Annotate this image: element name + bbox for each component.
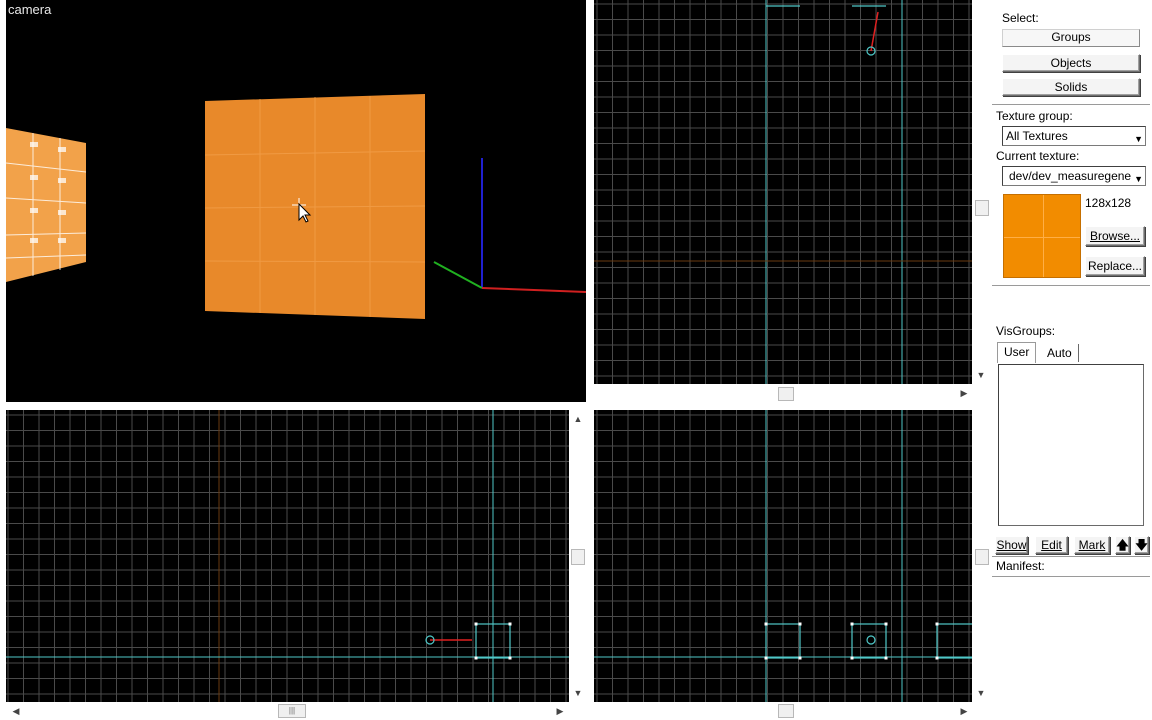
texture-group-label: Texture group: — [996, 109, 1073, 123]
select-groups-button[interactable]: Groups — [1002, 29, 1140, 47]
divider — [992, 285, 1150, 286]
selection-handle — [935, 622, 939, 626]
vertical-scrollbar-side-view[interactable]: ▲ ▼ — [569, 410, 586, 702]
replace-button[interactable]: Replace... — [1085, 256, 1145, 276]
grid-top-view — [594, 0, 972, 384]
selection-handle — [508, 622, 512, 626]
tab-user[interactable]: User — [997, 342, 1037, 363]
scroll-down-icon[interactable]: ▼ — [572, 688, 584, 698]
chevron-down-icon[interactable]: ▼ — [1134, 170, 1143, 185]
tab-auto[interactable]: Auto — [1041, 344, 1079, 362]
current-texture-value: dev/dev_measuregene — [1009, 169, 1132, 183]
selected-brush-outline — [851, 623, 887, 659]
texture-group-value: All Textures — [1006, 129, 1068, 143]
grid-side-view — [6, 410, 569, 702]
edit-button-label: Edit — [1041, 538, 1062, 552]
selected-brush-outline — [936, 623, 972, 659]
current-texture-label: Current texture: — [996, 149, 1080, 163]
entity-direction-line — [870, 11, 879, 52]
mark-button[interactable]: Mark — [1074, 536, 1110, 554]
horizontal-scrollbar-front-view[interactable]: ▶ — [594, 702, 972, 720]
vertical-scrollbar-front-view[interactable]: ▼ — [972, 410, 990, 702]
selection-handle — [474, 622, 478, 626]
selection-handle — [884, 622, 888, 626]
side-view-viewport[interactable] — [6, 410, 569, 702]
horizontal-scrollbar-side-view[interactable]: ◀ ||| ▶ — [6, 702, 569, 720]
move-down-button[interactable]: 🡇 — [1134, 536, 1149, 554]
replace-button-label: Replace... — [1087, 259, 1143, 273]
scroll-right-icon[interactable]: ▶ — [554, 706, 566, 716]
front-view-viewport[interactable] — [594, 410, 972, 702]
move-up-button[interactable]: 🡅 — [1115, 536, 1130, 554]
scroll-up-icon[interactable]: ▲ — [572, 414, 584, 424]
scroll-down-icon[interactable]: ▼ — [975, 688, 987, 698]
scroll-right-icon[interactable]: ▶ — [958, 388, 970, 398]
selection-handle — [764, 656, 768, 660]
entity-origin-marker — [866, 635, 876, 645]
scroll-left-icon[interactable]: ◀ — [10, 706, 22, 716]
scroll-down-icon[interactable]: ▼ — [975, 370, 987, 380]
camera-scene — [6, 94, 586, 319]
vertical-scrollbar-top-view[interactable]: ▼ — [972, 0, 990, 384]
show-button[interactable]: Show — [995, 536, 1028, 554]
selection-handle — [474, 656, 478, 660]
select-objects-button[interactable]: Objects — [1002, 54, 1140, 72]
manifest-label: Manifest: — [996, 559, 1045, 573]
arrow-down-icon: 🡇 — [1135, 538, 1148, 552]
texture-group-select[interactable]: All Textures ▼ — [1002, 126, 1146, 146]
texture-size: 128x128 — [1085, 196, 1132, 210]
visgroups-label: VisGroups: — [996, 324, 1056, 338]
visgroups-list[interactable] — [998, 364, 1144, 526]
browse-button[interactable]: Browse... — [1085, 226, 1145, 246]
show-button-label: Show — [996, 538, 1027, 552]
divider — [992, 576, 1150, 577]
selection-handle — [850, 622, 854, 626]
select-label: Select: — [1002, 11, 1039, 25]
viewport-label: camera — [8, 2, 52, 17]
texture-preview[interactable] — [1003, 194, 1081, 278]
selection-handle — [764, 622, 768, 626]
selection-handle — [935, 656, 939, 660]
arrow-up-icon: 🡅 — [1116, 538, 1129, 552]
current-texture-select[interactable]: dev/dev_measuregene ▼ — [1002, 166, 1146, 186]
selection-handle — [798, 622, 802, 626]
select-solids-button[interactable]: Solids — [1002, 78, 1140, 96]
chevron-down-icon[interactable]: ▼ — [1134, 130, 1143, 145]
selection-handle — [798, 656, 802, 660]
divider — [992, 556, 1150, 557]
scroll-right-icon[interactable]: ▶ — [958, 706, 970, 716]
top-view-viewport[interactable] — [594, 0, 972, 384]
edit-button[interactable]: Edit — [1035, 536, 1068, 554]
selection-handle — [850, 656, 854, 660]
grid-front-view — [594, 410, 972, 702]
selection-handle — [884, 656, 888, 660]
camera-viewport[interactable]: camera — [6, 0, 586, 402]
divider — [992, 104, 1150, 105]
mark-button-label: Mark — [1078, 538, 1106, 552]
selection-handle — [508, 656, 512, 660]
browse-button-label: Browse... — [1089, 229, 1140, 243]
horizontal-scrollbar-top-view[interactable]: ▶ — [594, 384, 972, 402]
